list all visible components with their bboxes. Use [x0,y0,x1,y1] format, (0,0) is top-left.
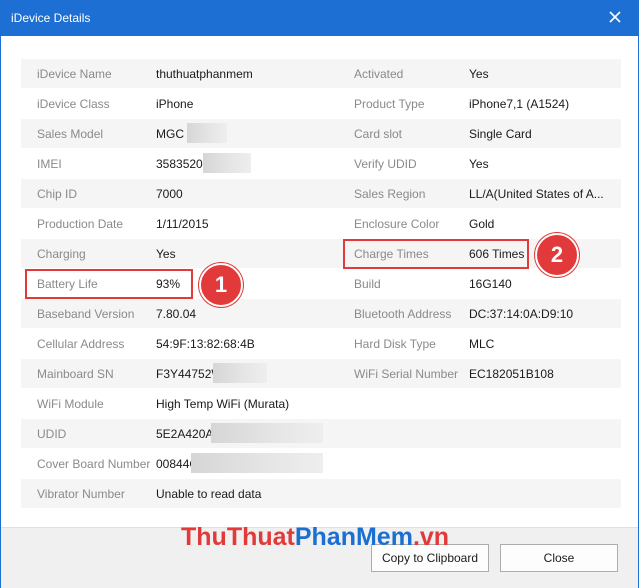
detail-row: UDID 5E2A420A [21,419,621,448]
field-label: WiFi Serial Number [354,367,459,381]
redaction-blur [211,423,323,443]
field-value: iPhone [156,97,194,111]
field-value: Yes [469,67,489,81]
detail-row: Baseband Version 7.80.04 Bluetooth Addre… [21,299,621,328]
detail-row: WiFi Module High Temp WiFi (Murata) [21,389,621,418]
field-label: Baseband Version [37,307,135,321]
field-label: iDevice Name [37,67,112,81]
field-label: UDID [37,427,67,441]
watermark-part: PhanMem [294,523,413,551]
field-label: Vibrator Number [37,487,125,501]
field-value: MGC [156,127,184,141]
field-label: WiFi Module [37,397,104,411]
battery-life-highlight [25,269,193,299]
field-label: IMEI [37,157,62,171]
detail-row: Production Date 1/11/2015 Enclosure Colo… [21,209,621,238]
field-label: Build [354,277,381,291]
field-value: thuthuatphanmem [156,67,253,81]
field-value: EC182051B108 [469,367,554,381]
field-value: 54:9F:13:82:68:4B [156,337,255,351]
annotation-badge-2: 2 [535,233,579,277]
redaction-blur [213,363,267,383]
redaction-blur [191,453,323,473]
field-value: 7.80.04 [156,307,197,321]
detail-row: Mainboard SN F3Y44752W WiFi Serial Numbe… [21,359,621,388]
field-value: 16G140 [469,277,512,291]
field-label: Bluetooth Address [354,307,452,321]
field-label: Enclosure Color [354,217,440,231]
watermark-part: ThuThuat [181,523,295,551]
field-value: Yes [469,157,489,171]
field-value: iPhone7,1 (A1524) [469,97,570,111]
field-value: Unable to read data [156,487,262,501]
idevice-details-window: iDevice Details iDevice Name thuthuatpha… [0,0,639,588]
detail-row: Cover Board Number 00844C [21,449,621,478]
field-value: LL/A(United States of A... [469,187,604,201]
field-value: DC:37:14:0A:D9:10 [469,307,574,321]
field-value: Single Card [469,127,532,141]
detail-row: iDevice Name thuthuatphanmem Activated Y… [21,59,621,88]
field-value: MLC [469,337,495,351]
field-label: Cellular Address [37,337,125,351]
field-label: Production Date [37,217,124,231]
field-label: Product Type [354,97,425,111]
window-title: iDevice Details [11,11,91,25]
field-value: Gold [469,217,495,231]
field-label: Charging [37,247,86,261]
field-label: Mainboard SN [37,367,114,381]
field-value: 1/11/2015 [156,217,209,231]
field-value: 5E2A420A [156,427,214,441]
field-value: High Temp WiFi (Murata) [156,397,290,411]
watermark-logo: ThuThuatPhanMem.vn [181,523,449,552]
detail-row: iDevice Class iPhone Product Type iPhone… [21,89,621,118]
redaction-blur [187,123,227,143]
watermark-part: .vn [412,523,450,551]
field-value: 7000 [156,187,183,201]
field-label: Activated [354,67,404,81]
field-value: 3583520 [156,157,203,171]
detail-row: Sales Model MGC Card slot Single Card [21,119,621,148]
field-label: Cover Board Number [37,457,151,471]
window-close-button[interactable] [600,3,630,31]
details-panel: iDevice Name thuthuatphanmem Activated Y… [1,37,638,527]
field-label: Chip ID [37,187,78,201]
detail-row: IMEI 3583520 Verify UDID Yes [21,149,621,178]
detail-row: Charging Yes Charge Times 606 Times [21,239,621,268]
close-icon [609,11,621,23]
detail-row: Cellular Address 54:9F:13:82:68:4B Hard … [21,329,621,358]
redaction-blur [203,153,251,173]
detail-row: Vibrator Number Unable to read data [21,479,621,508]
title-bar: iDevice Details [1,1,638,36]
charge-times-highlight [343,239,529,269]
field-label: Card slot [354,127,403,141]
field-label: Hard Disk Type [354,337,436,351]
close-button[interactable]: Close [500,544,618,572]
detail-row: Chip ID 7000 Sales Region LL/A(United St… [21,179,621,208]
field-label: Sales Region [354,187,426,201]
field-label: Verify UDID [354,157,417,171]
field-label: iDevice Class [37,97,110,111]
field-value: Yes [156,247,176,261]
annotation-badge-1: 1 [199,263,243,307]
field-label: Sales Model [37,127,104,141]
